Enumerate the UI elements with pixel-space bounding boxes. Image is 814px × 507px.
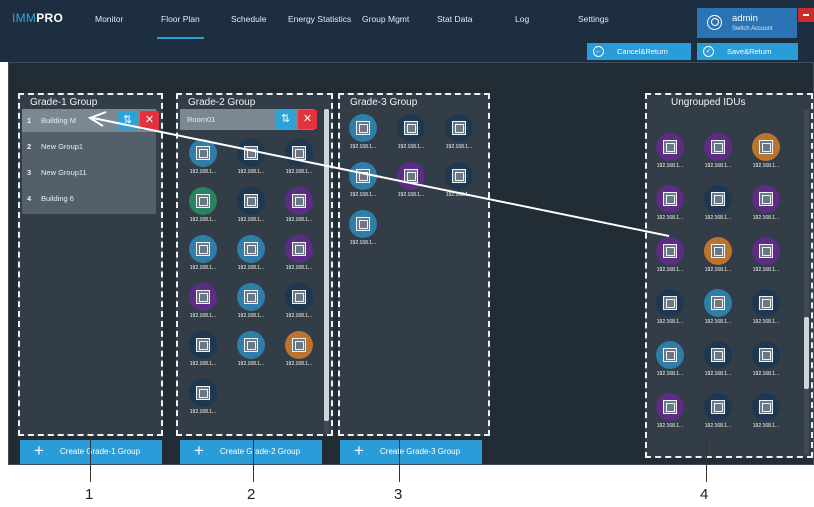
callout-line-1 <box>90 436 91 482</box>
callout-line-3 <box>399 436 400 482</box>
callout-1: 1 <box>85 486 94 503</box>
drag-arrow-icon <box>87 111 670 237</box>
callout-4: 4 <box>700 486 709 503</box>
callout-3: 3 <box>394 486 403 503</box>
callout-line-4 <box>706 436 707 482</box>
callout-line-2 <box>253 436 254 482</box>
callout-2: 2 <box>247 486 256 503</box>
